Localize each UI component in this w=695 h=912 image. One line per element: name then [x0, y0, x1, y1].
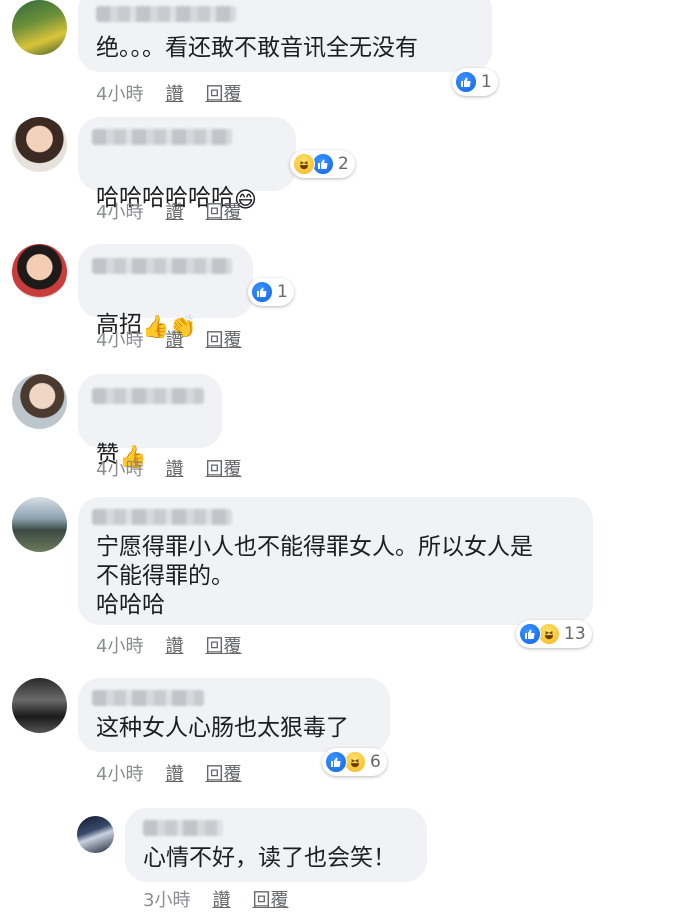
like-icon	[325, 751, 347, 773]
comment-bubble: 高招👍👏	[78, 244, 253, 340]
comment-meta: 4小時 讚 回覆	[96, 198, 241, 224]
commenter-name[interactable]	[92, 509, 232, 525]
like-button[interactable]: 讚	[165, 198, 183, 224]
avatar[interactable]	[12, 244, 67, 299]
like-button[interactable]: 讚	[165, 760, 183, 786]
like-button[interactable]: 讚	[165, 455, 183, 481]
commenter-name[interactable]	[92, 129, 232, 145]
comment-text: 心情不好，读了也会笑！	[143, 845, 396, 871]
comment-bubble: 哈哈哈哈哈哈😄	[78, 117, 296, 213]
comment-text: 绝。。。看还敢不敢音讯全无没有	[96, 35, 418, 61]
timestamp[interactable]: 4小時	[96, 760, 143, 786]
comment-meta: 3小時 讚 回覆	[143, 886, 288, 912]
haha-icon	[344, 751, 366, 773]
like-icon	[251, 281, 273, 303]
reaction-count: 6	[370, 752, 381, 772]
comment-meta: 4小時 讚 回覆	[96, 80, 241, 106]
commenter-name[interactable]	[96, 6, 236, 22]
like-button[interactable]: 讚	[212, 886, 230, 912]
haha-icon	[293, 153, 315, 175]
reaction-count: 13	[564, 624, 586, 644]
reply-button[interactable]: 回覆	[205, 760, 241, 786]
reaction-summary[interactable]: 13	[516, 620, 592, 648]
reply-button[interactable]: 回覆	[205, 455, 241, 481]
timestamp[interactable]: 4小時	[96, 326, 143, 352]
reaction-summary[interactable]: 6	[322, 748, 387, 776]
avatar[interactable]	[12, 117, 67, 172]
commenter-name[interactable]	[92, 690, 204, 706]
timestamp[interactable]: 4小時	[96, 455, 143, 481]
reaction-summary[interactable]: 1	[452, 68, 498, 96]
reaction-summary[interactable]: 1	[248, 278, 294, 306]
reply-button[interactable]: 回覆	[205, 632, 241, 658]
like-button[interactable]: 讚	[165, 80, 183, 106]
reply-button[interactable]: 回覆	[205, 198, 241, 224]
reply-button[interactable]: 回覆	[205, 80, 241, 106]
reaction-summary[interactable]: 2	[290, 150, 355, 178]
reaction-count: 2	[338, 154, 349, 174]
comment-text: 宁愿得罪小人也不能得罪女人。所以女人是 不能得罪的。 哈哈哈	[96, 534, 533, 618]
comment-bubble: 这种女人心肠也太狠毒了	[78, 678, 390, 752]
comment-bubble: 赞👍	[78, 374, 222, 470]
timestamp[interactable]: 4小時	[96, 632, 143, 658]
commenter-name[interactable]	[92, 258, 232, 274]
commenter-name[interactable]	[92, 388, 204, 404]
reply-bubble: 心情不好，读了也会笑！	[125, 808, 427, 882]
avatar[interactable]	[12, 0, 67, 55]
like-icon	[455, 71, 477, 93]
reaction-count: 1	[277, 282, 288, 302]
comment-text: 这种女人心肠也太狠毒了	[96, 715, 349, 741]
timestamp[interactable]: 3小時	[143, 886, 190, 912]
comment-bubble: 绝。。。看还敢不敢音讯全无没有	[78, 0, 492, 72]
comment-bubble: 宁愿得罪小人也不能得罪女人。所以女人是 不能得罪的。 哈哈哈	[78, 497, 593, 625]
avatar[interactable]	[12, 678, 67, 733]
timestamp[interactable]: 4小時	[96, 198, 143, 224]
comment-meta: 4小時 讚 回覆	[96, 632, 241, 658]
comment-meta: 4小時 讚 回覆	[96, 760, 241, 786]
reply-button[interactable]: 回覆	[252, 886, 288, 912]
like-button[interactable]: 讚	[165, 632, 183, 658]
avatar[interactable]	[77, 816, 114, 853]
commenter-name[interactable]	[143, 820, 223, 836]
avatar[interactable]	[12, 374, 67, 429]
haha-icon	[538, 623, 560, 645]
like-icon	[519, 623, 541, 645]
avatar[interactable]	[12, 497, 67, 552]
reply-button[interactable]: 回覆	[205, 326, 241, 352]
comment-meta: 4小時 讚 回覆	[96, 455, 241, 481]
comment-meta: 4小時 讚 回覆	[96, 326, 241, 352]
reaction-count: 1	[481, 72, 492, 92]
like-button[interactable]: 讚	[165, 326, 183, 352]
like-icon	[312, 153, 334, 175]
timestamp[interactable]: 4小時	[96, 80, 143, 106]
